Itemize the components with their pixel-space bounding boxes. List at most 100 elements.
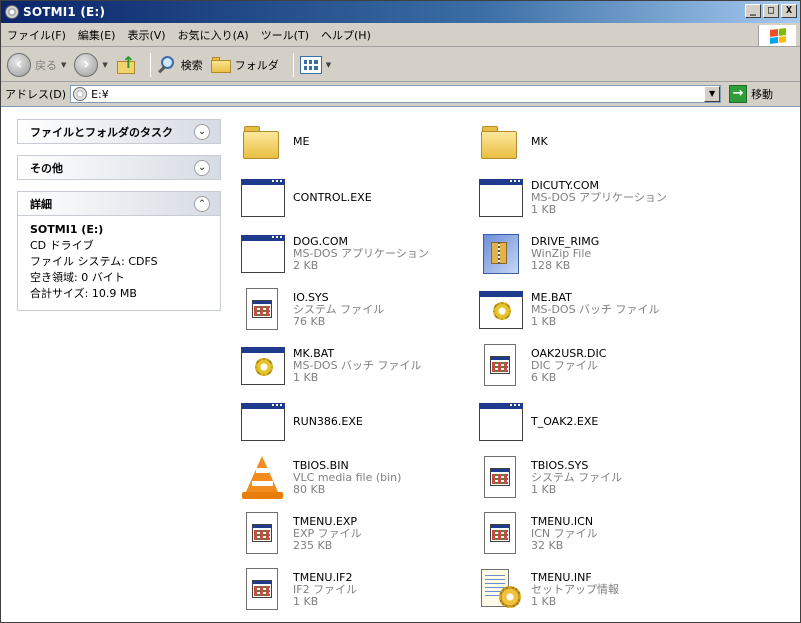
folders-label: フォルダ [234,58,279,72]
title-bar[interactable]: SOTMI1 (E:) _ □ X [1,1,800,23]
go-label: 移動 [751,88,774,101]
chevron-up-icon[interactable]: ⌃ [194,195,210,212]
exe-icon [239,230,287,278]
file-item-dicuty-com[interactable]: DICUTY.COM MS-DOS アプリケーション 1 KB [477,173,717,223]
menu-file[interactable]: ファイル(F) [1,27,72,43]
maximize-button[interactable]: □ [763,4,779,18]
file-name: T_OAK2.EXE [531,415,599,428]
setup-info-icon [477,566,525,614]
task-pane: ファイルとフォルダのタスク ⌄ その他 ⌄ 詳細 ⌃ SOTMI1 (E:) C… [17,119,221,322]
file-item-mk[interactable]: MK [477,117,717,167]
file-name: MK [531,135,548,148]
menu-favorites[interactable]: お気に入り(A) [172,27,255,43]
folder-icon [239,118,287,166]
file-system: ファイル システム: CDFS [30,255,158,268]
address-value: E:¥ [91,87,109,101]
details-header[interactable]: 詳細 ⌃ [17,191,221,216]
file-item-tmenu-inf[interactable]: TMENU.INF セットアップ情報 1 KB [477,565,717,615]
toolbar: ‹ 戻る ▼ › ▼ ↑ 検索 フォルダ ▼ [1,48,800,82]
cd-drive-icon [73,87,88,101]
forward-button[interactable]: › ▼ [74,52,108,77]
exe-icon [239,174,287,222]
views-icon [299,55,322,74]
file-size: 76 KB [293,315,326,328]
cd-drive-icon [5,5,19,19]
file-size: 6 KB [531,371,557,384]
chevron-down-icon[interactable]: ▼ [61,61,66,69]
back-button[interactable]: ‹ 戻る ▼ [7,52,66,77]
details-panel: 詳細 ⌃ SOTMI1 (E:) CD ドライブ ファイル システム: CDFS… [17,191,221,311]
file-name: RUN386.EXE [293,415,363,428]
exe-icon [477,398,525,446]
chevron-down-icon[interactable]: ▼ [102,61,107,69]
file-item-tbios-bin[interactable]: TBIOS.BIN VLC media file (bin) 80 KB [239,453,479,503]
file-item-tmenu-exp[interactable]: TMENU.EXP EXP ファイル 235 KB [239,509,479,559]
menu-edit[interactable]: 編集(E) [72,27,122,43]
address-label: アドレス(D) [5,88,67,101]
file-item-dog-com[interactable]: DOG.COM MS-DOS アプリケーション 2 KB [239,229,479,279]
system-file-icon [239,510,287,558]
search-label: 検索 [180,58,203,72]
file-item-io-sys[interactable]: IO.SYS システム ファイル 76 KB [239,285,479,335]
drive-type: CD ドライブ [30,239,94,252]
search-button[interactable]: 検索 [157,55,203,75]
file-item-tmenu-if2[interactable]: TMENU.IF2 IF2 ファイル 1 KB [239,565,479,615]
file-item-control-exe[interactable]: CONTROL.EXE [239,173,479,223]
folder-icon [477,118,525,166]
drive-name: SOTMI1 (E:) [30,223,104,236]
file-item-tbios-sys[interactable]: TBIOS.SYS システム ファイル 1 KB [477,453,717,503]
address-input[interactable]: E:¥ ▼ [70,85,722,103]
chevron-down-icon[interactable]: ⌄ [194,159,210,176]
folders-button[interactable]: フォルダ [210,56,279,73]
file-item-tmenu-icn[interactable]: TMENU.ICN ICN ファイル 32 KB [477,509,717,559]
free-space: 空き領域: 0 バイト [30,271,125,284]
vlc-icon [239,454,287,502]
file-size: 2 KB [293,259,319,272]
batch-file-icon [239,342,287,390]
windows-logo-icon [758,25,796,46]
back-label: 戻る [35,58,57,72]
file-item-me-bat[interactable]: ME.BAT MS-DOS バッチ ファイル 1 KB [477,285,717,335]
toolbar-separator [292,52,294,77]
file-size: 235 KB [293,539,333,552]
file-item-me[interactable]: ME [239,117,479,167]
system-file-icon [477,510,525,558]
file-size: 1 KB [531,595,557,608]
winzip-icon [477,230,525,278]
forward-arrow-icon: › [74,52,99,77]
minimize-button[interactable]: _ [745,4,761,18]
menu-help[interactable]: ヘルプ(H) [315,27,377,43]
window-title: SOTMI1 (E:) [23,5,106,19]
file-item-t-oak2-exe[interactable]: T_OAK2.EXE [477,397,717,447]
address-dropdown-button[interactable]: ▼ [704,86,721,102]
exe-icon [239,398,287,446]
file-item-oak2usr-dic[interactable]: OAK2USR.DIC DIC ファイル 6 KB [477,341,717,391]
file-item-mk-bat[interactable]: MK.BAT MS-DOS バッチ ファイル 1 KB [239,341,479,391]
system-file-icon [239,286,287,334]
up-folder-button[interactable]: ↑ [116,54,136,75]
file-size: 1 KB [531,483,557,496]
go-button[interactable]: → 移動 [729,85,773,103]
file-item-run386-exe[interactable]: RUN386.EXE [239,397,479,447]
batch-file-icon [477,286,525,334]
panel-title: その他 [30,161,63,175]
system-file-icon [239,566,287,614]
file-size: 1 KB [531,315,557,328]
panel-title: ファイルとフォルダのタスク [30,125,173,139]
file-item-drive-rimg[interactable]: DRIVE_RIMG WinZip File 128 KB [477,229,717,279]
system-file-icon [477,454,525,502]
file-folder-tasks-header[interactable]: ファイルとフォルダのタスク ⌄ [17,119,221,144]
other-places-header[interactable]: その他 ⌄ [17,155,221,180]
chevron-down-icon[interactable]: ⌄ [194,123,210,140]
file-size: 32 KB [531,539,564,552]
chevron-down-icon[interactable]: ▼ [326,61,331,69]
file-size: 1 KB [293,595,319,608]
content-area: ファイルとフォルダのタスク ⌄ その他 ⌄ 詳細 ⌃ SOTMI1 (E:) C… [1,106,800,622]
address-bar: アドレス(D) E:¥ ▼ → 移動 [1,83,800,105]
close-button[interactable]: X [781,4,797,18]
views-button[interactable]: ▼ [299,55,331,74]
file-name: ME [293,135,310,148]
menu-tools[interactable]: ツール(T) [255,27,315,43]
file-name: CONTROL.EXE [293,191,372,204]
menu-view[interactable]: 表示(V) [121,27,171,43]
